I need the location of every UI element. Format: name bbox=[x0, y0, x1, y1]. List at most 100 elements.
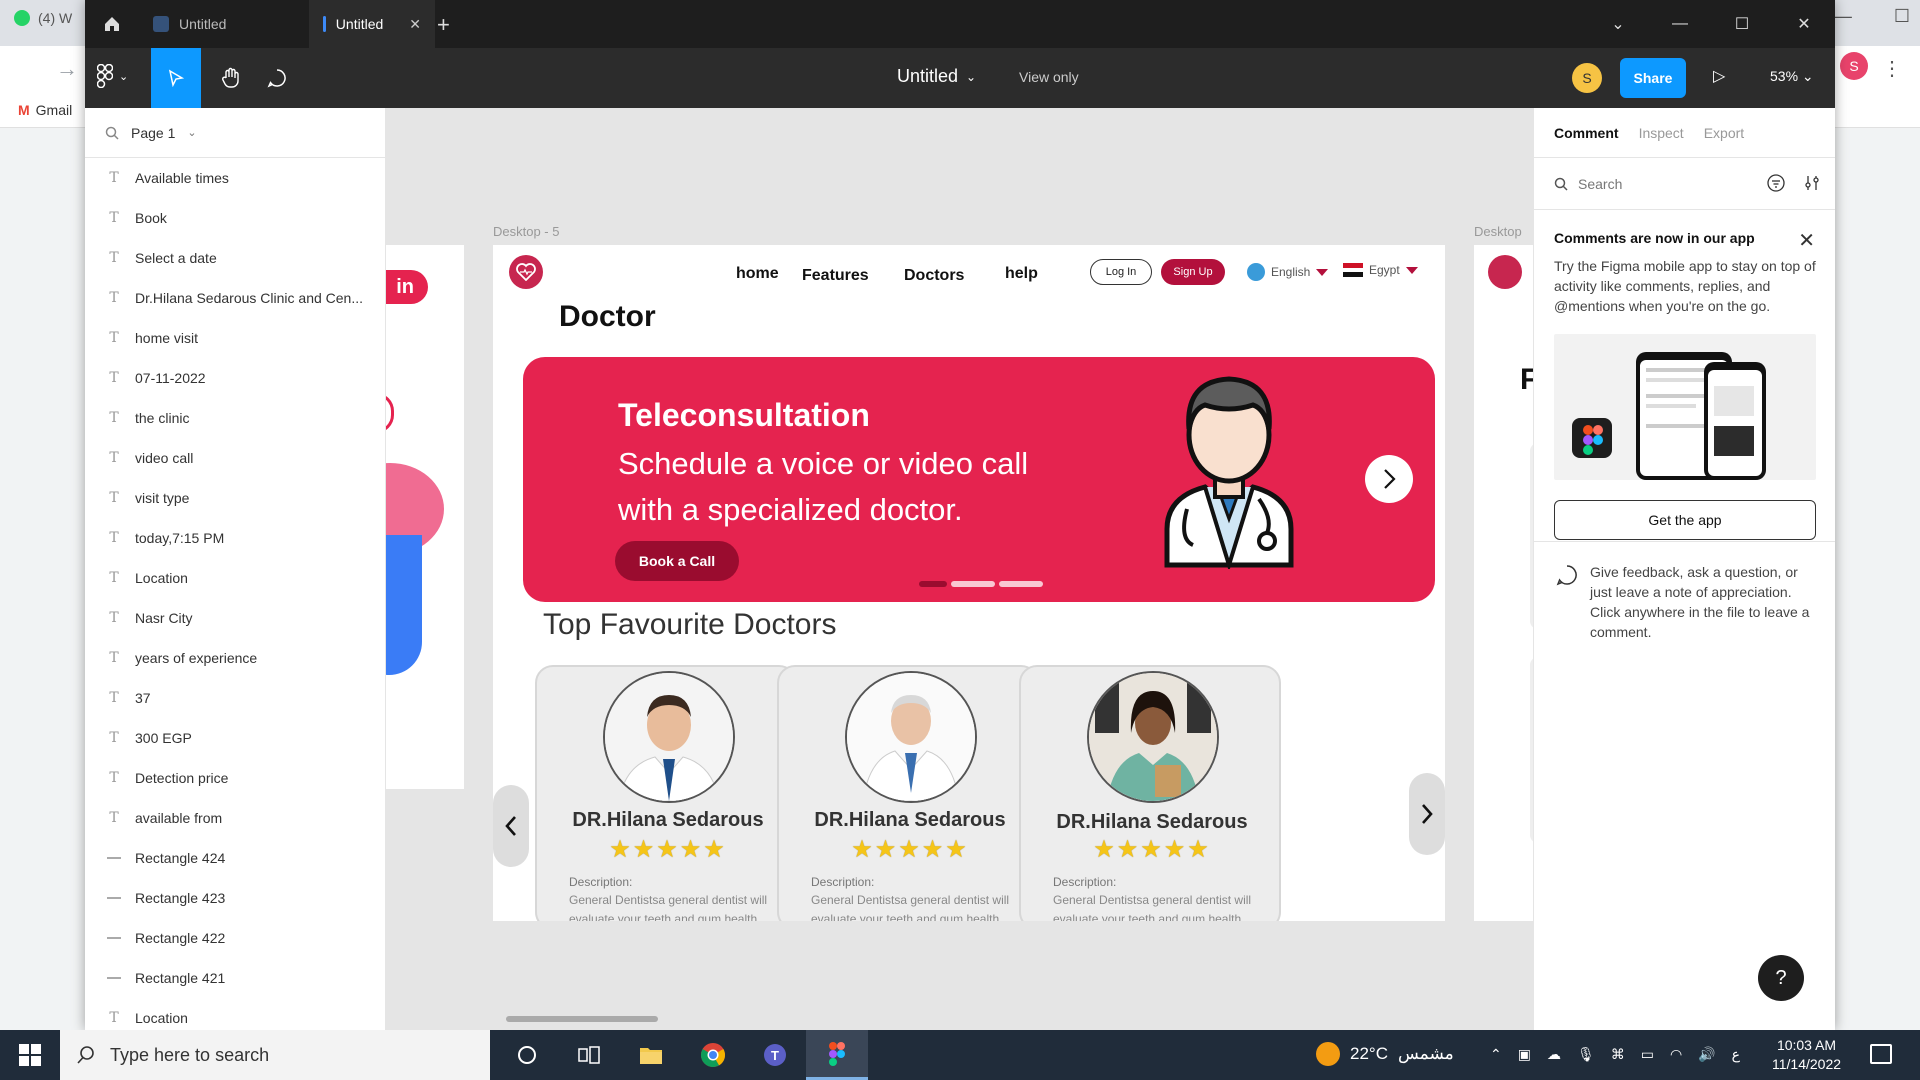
frame-left-partial[interactable]: in bbox=[386, 245, 464, 789]
layer-item[interactable]: T Select a date bbox=[85, 238, 385, 278]
taskbar-search-input[interactable]: Type here to search bbox=[110, 1045, 269, 1066]
nav-doctors[interactable]: Doctors bbox=[904, 267, 964, 285]
layer-item[interactable]: Rectangle 422 bbox=[85, 918, 385, 958]
horizontal-scrollbar[interactable] bbox=[506, 1016, 658, 1022]
layer-item[interactable]: Thome visit bbox=[85, 318, 385, 358]
login-button[interactable]: Log In bbox=[1090, 259, 1152, 285]
user-avatar[interactable]: S bbox=[1572, 63, 1602, 93]
cloud-icon[interactable]: ☁ bbox=[1547, 1046, 1561, 1063]
clock[interactable]: 10:03 AM 11/14/2022 bbox=[1772, 1036, 1841, 1074]
layer-item[interactable]: Tthe clinic bbox=[85, 398, 385, 438]
profile-avatar[interactable]: S bbox=[1840, 52, 1868, 80]
frame-label[interactable]: Desktop - 5 bbox=[493, 224, 559, 239]
layer-item[interactable]: T Book bbox=[85, 198, 385, 238]
nav-features[interactable]: Features bbox=[802, 267, 869, 285]
windows-start-icon[interactable] bbox=[0, 1030, 60, 1080]
teams-icon[interactable]: T bbox=[744, 1030, 806, 1080]
maximize-icon[interactable]: ☐ bbox=[1894, 6, 1910, 27]
tab-export[interactable]: Export bbox=[1704, 125, 1744, 141]
chrome-icon[interactable] bbox=[682, 1030, 744, 1080]
figma-taskbar-icon[interactable] bbox=[806, 1030, 868, 1080]
doctor-card[interactable]: DR.Hilana Sedarous ★★★★★ Description: Ge… bbox=[777, 665, 1039, 921]
frame-label-right[interactable]: Desktop bbox=[1474, 224, 1522, 239]
comment-search[interactable]: Search bbox=[1534, 158, 1835, 210]
get-app-button[interactable]: Get the app bbox=[1554, 500, 1816, 540]
battery-icon[interactable]: ▭ bbox=[1641, 1046, 1654, 1063]
carousel-dot-active[interactable] bbox=[919, 581, 947, 587]
move-tool-button[interactable] bbox=[151, 48, 201, 108]
layer-item[interactable]: Rectangle 421 bbox=[85, 958, 385, 998]
carousel-dot[interactable] bbox=[951, 581, 995, 587]
filter-icon[interactable] bbox=[1767, 174, 1785, 192]
close-window-icon[interactable]: ✕ bbox=[1773, 0, 1835, 48]
book-call-button[interactable]: Book a Call bbox=[615, 541, 739, 581]
layer-item[interactable]: T 37 bbox=[85, 678, 385, 718]
layer-item[interactable]: Ttoday,7:15 PM bbox=[85, 518, 385, 558]
layer-item[interactable]: Tvisit type bbox=[85, 478, 385, 518]
taskbar-search[interactable]: Type here to search bbox=[60, 1030, 490, 1080]
browser-tab[interactable]: (4) W bbox=[14, 10, 72, 26]
layer-item[interactable]: Tavailable from bbox=[85, 798, 385, 838]
minimize-icon[interactable]: — bbox=[1649, 0, 1711, 48]
microphone-icon[interactable]: 🎙 bbox=[1577, 1046, 1595, 1063]
minimize-icon[interactable]: — bbox=[1834, 6, 1852, 27]
carousel-next-button[interactable] bbox=[1409, 773, 1445, 855]
close-tab-icon[interactable]: ✕ bbox=[409, 16, 421, 33]
layer-item[interactable]: T Location bbox=[85, 558, 385, 598]
file-explorer-icon[interactable] bbox=[620, 1030, 682, 1080]
figma-tab-active[interactable]: Untitled ✕ bbox=[309, 0, 435, 48]
network-icon[interactable]: ⌘ bbox=[1611, 1046, 1625, 1063]
camera-icon[interactable]: ▣ bbox=[1518, 1046, 1531, 1063]
search-input[interactable]: Search bbox=[1578, 176, 1622, 192]
forward-icon[interactable]: → bbox=[56, 56, 78, 82]
file-name-dropdown[interactable]: Untitled ⌄ bbox=[897, 66, 976, 87]
layer-item[interactable]: Tyears of experience bbox=[85, 638, 385, 678]
frame-desktop-5[interactable]: home Features Doctors help Log In Sign U… bbox=[493, 245, 1445, 921]
help-button[interactable]: ? bbox=[1758, 955, 1804, 1001]
tab-comment[interactable]: Comment bbox=[1554, 125, 1619, 141]
hand-tool-button[interactable] bbox=[209, 48, 253, 108]
layer-item[interactable]: Rectangle 423 bbox=[85, 878, 385, 918]
chevron-up-icon[interactable]: ⌃ bbox=[1490, 1046, 1502, 1063]
main-menu-button[interactable]: ⌄ bbox=[97, 64, 128, 88]
layer-item[interactable]: T Available times bbox=[85, 158, 385, 198]
layer-item[interactable]: T 300 EGP bbox=[85, 718, 385, 758]
settings-sliders-icon[interactable] bbox=[1803, 174, 1821, 192]
bookmark-gmail[interactable]: M Gmail bbox=[18, 102, 72, 118]
layer-item[interactable]: T Dr.Hilana Sedarous Clinic and Cen... bbox=[85, 278, 385, 318]
chevron-down-icon[interactable]: ⌄ bbox=[1587, 0, 1649, 48]
page-selector[interactable]: Page 1 ⌄ bbox=[85, 108, 385, 158]
volume-icon[interactable]: 🔊 bbox=[1698, 1046, 1715, 1063]
nav-help[interactable]: help bbox=[1005, 265, 1038, 283]
signup-button[interactable]: Sign Up bbox=[1161, 259, 1225, 285]
figma-tab[interactable]: Untitled bbox=[139, 0, 309, 48]
share-button[interactable]: Share bbox=[1620, 58, 1686, 98]
present-play-icon[interactable]: ▷ bbox=[1713, 66, 1725, 86]
zoom-dropdown[interactable]: 53% ⌄ bbox=[1770, 68, 1814, 85]
input-language[interactable]: ع bbox=[1732, 1046, 1740, 1063]
layer-item[interactable]: Tvideo call bbox=[85, 438, 385, 478]
layer-item[interactable]: T Location bbox=[85, 998, 385, 1030]
task-view-icon[interactable] bbox=[558, 1030, 620, 1080]
close-icon[interactable]: ✕ bbox=[1798, 228, 1815, 253]
layer-item[interactable]: T 07-11-2022 bbox=[85, 358, 385, 398]
layer-item[interactable]: T Detection price bbox=[85, 758, 385, 798]
country-selector[interactable]: Egypt bbox=[1343, 263, 1418, 278]
wifi-icon[interactable]: ◠ bbox=[1670, 1046, 1682, 1063]
layer-item[interactable]: T Nasr City bbox=[85, 598, 385, 638]
maximize-icon[interactable]: ☐ bbox=[1711, 0, 1773, 48]
comment-tool-button[interactable] bbox=[255, 48, 299, 108]
carousel-dot[interactable] bbox=[999, 581, 1043, 587]
language-selector[interactable]: English bbox=[1247, 263, 1329, 281]
weather-widget[interactable]: 22°C مشمس bbox=[1316, 1042, 1454, 1066]
nav-home[interactable]: home bbox=[736, 265, 779, 283]
notification-icon[interactable] bbox=[1870, 1044, 1892, 1064]
more-menu-icon[interactable]: ⋮ bbox=[1882, 56, 1902, 81]
cortana-icon[interactable] bbox=[496, 1030, 558, 1080]
doctor-card[interactable]: DR.Hilana Sedarous ★★★★★ Description: Ge… bbox=[1019, 665, 1281, 921]
doctor-card[interactable]: DR.Hilana Sedarous ★★★★★ Description: Ge… bbox=[535, 665, 797, 921]
carousel-prev-button[interactable] bbox=[493, 785, 529, 867]
frame-right-partial[interactable]: F bbox=[1474, 245, 1533, 921]
canvas[interactable]: in Desktop - 5 Desktop home Features Doc… bbox=[386, 108, 1533, 1030]
layer-item[interactable]: Rectangle 424 bbox=[85, 838, 385, 878]
